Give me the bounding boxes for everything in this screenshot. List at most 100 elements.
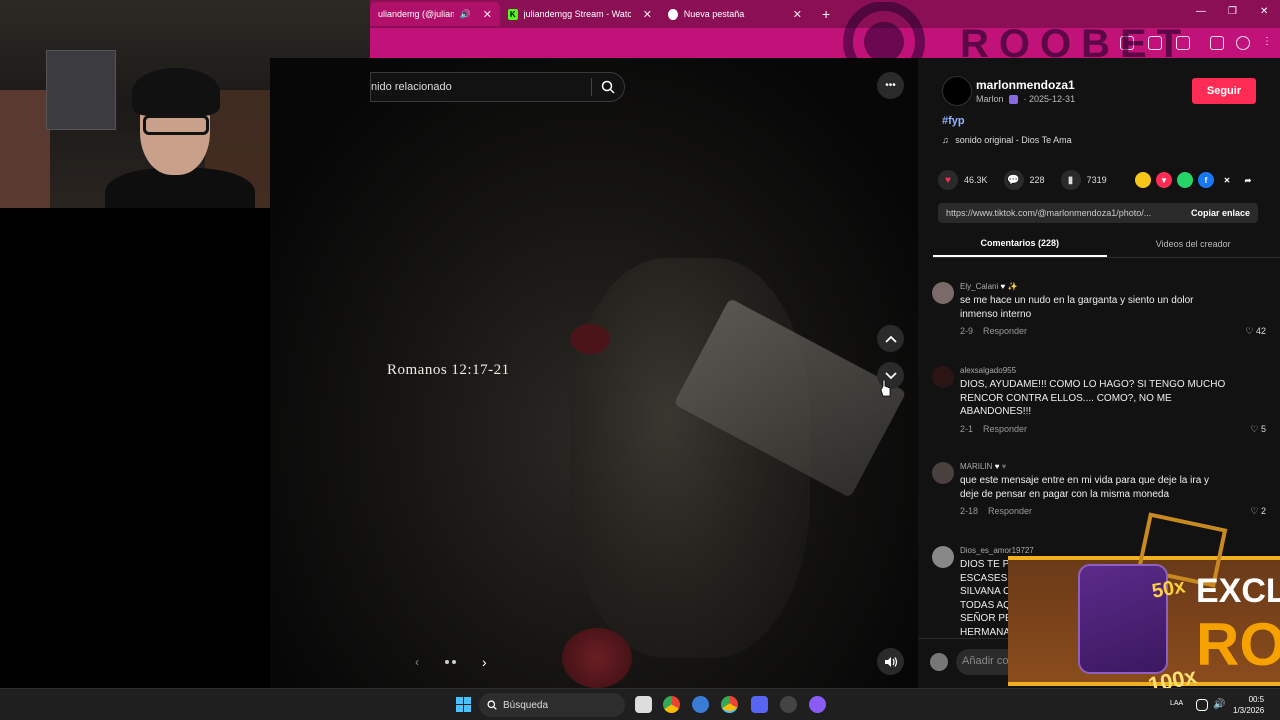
chevron-up-icon [884, 335, 897, 343]
video-figure [570, 258, 810, 658]
commenter-name[interactable]: MARILIN ♥ ♥ [960, 462, 1006, 471]
commenter-avatar[interactable] [932, 546, 954, 568]
comment-icon[interactable]: 💬 [1003, 170, 1024, 190]
comment-like[interactable]: ♡ 5 [1250, 424, 1266, 435]
comment-text: que este mensaje entre en mi vida para q… [960, 475, 1210, 500]
reply-button[interactable]: Responder [988, 506, 1032, 516]
media-control-icon[interactable] [1210, 36, 1224, 50]
system-clock[interactable]: 00:5 1/3/2026 [1233, 694, 1264, 716]
comment-text: DIOS TE PIDO ESCASES N SILVANA C TODAS A… [960, 559, 1028, 636]
commenter-avatar[interactable] [932, 462, 954, 484]
comment-input[interactable]: Añadir co [956, 649, 1046, 675]
volume-tray-icon[interactable]: 🔊 [1213, 699, 1225, 711]
chrome-active-icon[interactable] [721, 696, 738, 713]
close-window-button[interactable]: ✕ [1260, 6, 1268, 17]
share-url[interactable]: https://www.tiktok.com/@marlonmendoza1/p… [938, 208, 1183, 218]
sound-info[interactable]: ♫ sonido original - Dios Te Ama [942, 135, 1072, 145]
app-icon-2[interactable] [780, 696, 797, 713]
chrome-taskbar-icon[interactable] [663, 696, 680, 713]
minimize-button[interactable]: — [1196, 6, 1206, 17]
speaker-icon [884, 656, 897, 667]
search-input[interactable]: nido relacionado [371, 81, 591, 93]
more-options-button[interactable]: ••• [877, 72, 904, 99]
kick-icon: K [508, 8, 518, 20]
commenter-name[interactable]: alexsalgado955 [960, 366, 1016, 375]
app-icon-3[interactable] [809, 696, 826, 713]
network-icon[interactable] [1196, 699, 1208, 711]
author-display-name: Marlon [976, 94, 1004, 104]
share-options: ▼ f ✕ ➦ [1135, 172, 1256, 188]
comment-item: MARILIN ♥ ♥ que este mensaje entre en mi… [932, 462, 1272, 522]
author-meta: Marlon · 2025-12-31 [976, 94, 1076, 105]
panel-tabs: Comentarios (228) Videos del creador [933, 230, 1280, 258]
tab-comments[interactable]: Comentarios (228) [933, 230, 1107, 257]
video-object [570, 324, 610, 354]
tab-tiktok[interactable]: uliandemg (@julian12585) 🔊 ✕ [370, 2, 500, 26]
cam-person-hair [132, 68, 220, 116]
like-heart-icon[interactable]: ♥ [938, 170, 958, 190]
comment-like[interactable]: ♡ 42 [1245, 326, 1266, 337]
search-button[interactable] [592, 72, 624, 102]
keyboard-language[interactable]: LAA [1170, 700, 1183, 707]
close-tab-icon[interactable]: ✕ [643, 8, 652, 21]
author-avatar[interactable] [942, 76, 972, 106]
app-icon-1[interactable] [692, 696, 709, 713]
tab-new[interactable]: Nueva pestaña ✕ [660, 2, 810, 26]
new-tab-button[interactable]: + [822, 6, 830, 22]
tab-label: juliandemgg Stream - Watch Li [523, 9, 631, 19]
follow-button[interactable]: Seguir [1192, 78, 1256, 104]
send-friends-icon[interactable]: ▼ [1156, 172, 1172, 188]
whatsapp-icon[interactable] [1177, 172, 1193, 188]
clock-date: 1/3/2026 [1233, 706, 1265, 715]
account-avatar-icon[interactable] [1236, 36, 1250, 50]
reply-button[interactable]: Responder [983, 424, 1027, 434]
discord-icon[interactable] [751, 696, 768, 713]
embed-icon[interactable] [1135, 172, 1151, 188]
commenter-avatar[interactable] [932, 366, 954, 388]
hashtag-link[interactable]: #fyp [942, 115, 965, 127]
bookmark-icon[interactable]: ▮ [1060, 170, 1081, 190]
comment-text: DIOS, AYUDAME!!! COMO LO HAGO? SI TENGO … [960, 379, 1226, 417]
taskbar-search-label: Búsqueda [503, 699, 549, 711]
copy-link-button[interactable]: Copiar enlace [1183, 208, 1258, 218]
sound-title: sonido original - Dios Te Ama [955, 135, 1072, 145]
menu-kebab-icon[interactable]: ⋮ [1262, 36, 1272, 47]
commenter-name[interactable]: Ely_Calani ♥ ✨ [960, 282, 1017, 291]
comment-item: Dios_es_amor19727 DIOS TE PIDO ESCASES N… [932, 546, 1272, 636]
windows-start-icon[interactable] [456, 697, 471, 712]
comment-meta: 2-18 Responder [960, 506, 1032, 516]
taskbar-search[interactable]: Búsqueda [479, 693, 625, 717]
save-count: 7319 [1086, 175, 1107, 185]
comment-meta: 2-1 Responder [960, 424, 1027, 434]
maximize-button[interactable]: ❐ [1228, 6, 1237, 17]
tab-creator-videos[interactable]: Videos del creador [1107, 230, 1280, 257]
related-search-bar[interactable]: nido relacionado [370, 72, 625, 102]
comment-text: se me hace un nudo en la garganta y sien… [960, 295, 1194, 320]
commenter-name[interactable]: Dios_es_amor19727 [960, 546, 1034, 555]
video-caption: Romanos 12:17-21 [387, 362, 510, 378]
chevron-down-icon [884, 371, 897, 379]
reply-button[interactable]: Responder [983, 326, 1027, 336]
facebook-icon[interactable]: f [1198, 172, 1214, 188]
video-player[interactable] [270, 58, 918, 688]
previous-video-button[interactable] [877, 325, 904, 352]
tab-kick[interactable]: K juliandemgg Stream - Watch Li ✕ [500, 2, 660, 26]
cam-shelf [46, 50, 116, 130]
comment-count: 228 [1029, 175, 1045, 185]
pager-next-icon[interactable]: › [482, 654, 487, 670]
pager-dots [445, 660, 456, 664]
share-arrow-icon[interactable]: ➦ [1240, 172, 1256, 188]
music-note-icon: ♫ [942, 135, 949, 145]
close-tab-icon[interactable]: ✕ [793, 8, 802, 21]
author-username[interactable]: marlonmendoza1 [976, 78, 1075, 92]
pager-prev-icon[interactable]: ‹ [415, 655, 419, 669]
comment-meta: 2-9 Responder [960, 326, 1027, 336]
volume-button[interactable] [877, 648, 904, 675]
share-link-box: https://www.tiktok.com/@marlonmendoza1/p… [938, 203, 1258, 223]
comment-like[interactable]: ♡ 2 [1250, 506, 1266, 517]
post-details-panel: marlonmendoza1 Marlon · 2025-12-31 Segui… [918, 58, 1280, 688]
x-twitter-icon[interactable]: ✕ [1219, 172, 1235, 188]
commenter-avatar[interactable] [932, 282, 954, 304]
file-explorer-icon[interactable] [635, 696, 652, 713]
close-tab-icon[interactable]: ✕ [483, 8, 492, 21]
